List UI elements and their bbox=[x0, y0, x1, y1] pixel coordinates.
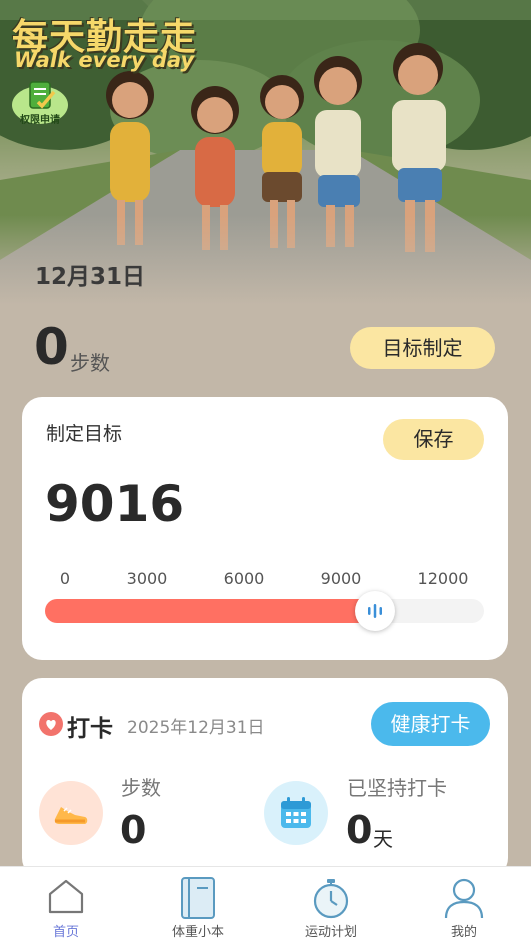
slider-tick-label: 6000 bbox=[223, 569, 265, 588]
goal-slider-track[interactable] bbox=[45, 591, 484, 631]
tab-profile-label: 我的 bbox=[450, 925, 477, 940]
goal-card-title: 制定目标 bbox=[46, 423, 123, 445]
home-icon bbox=[48, 879, 84, 914]
hero-date: 12月31日 bbox=[35, 264, 146, 290]
stopwatch-icon bbox=[313, 879, 349, 919]
user-icon bbox=[444, 878, 484, 919]
days-stat-unit: 天 bbox=[373, 827, 393, 851]
slider-tick-label: 12000 bbox=[417, 569, 469, 588]
tab-exercise-plan-label: 运动计划 bbox=[304, 925, 357, 940]
steps-stat-value: 0 bbox=[120, 808, 147, 852]
goal-slider-fill bbox=[45, 599, 375, 623]
tab-home[interactable]: 首页 bbox=[0, 867, 132, 948]
permission-badge-label: 权限申请 bbox=[20, 115, 60, 126]
bottom-tab-bar: 首页 体重小本 运动计划 我的 bbox=[0, 866, 531, 948]
goal-card: 制定目标 保存 9016 0 3000 6000 9000 12000 bbox=[22, 397, 508, 660]
days-stat-value: 0 bbox=[346, 808, 373, 852]
permission-request-badge[interactable]: 权限申请 bbox=[10, 80, 70, 130]
checklist-icon bbox=[29, 81, 56, 109]
notebook-icon bbox=[181, 877, 215, 919]
calendar-icon bbox=[281, 797, 311, 828]
slider-tick-label: 3000 bbox=[126, 569, 168, 588]
hero-subtitle: Walk every day bbox=[14, 48, 195, 72]
save-button[interactable]: 保存 bbox=[383, 419, 484, 460]
today-step-count: 0 bbox=[34, 318, 69, 376]
health-checkin-button[interactable]: 健康打卡 bbox=[371, 702, 490, 746]
tab-weight-notebook[interactable]: 体重小本 bbox=[132, 867, 264, 948]
hero-banner: 每天勤走走 Walk every day 权限申请 12月31日 bbox=[0, 0, 531, 305]
tab-exercise-plan[interactable]: 运动计划 bbox=[265, 867, 397, 948]
tab-weight-notebook-label: 体重小本 bbox=[171, 925, 224, 940]
goal-slider-thumb[interactable] bbox=[355, 591, 395, 631]
checkin-date: 2025年12月31日 bbox=[127, 718, 265, 738]
slider-tick-label: 0 bbox=[59, 569, 71, 588]
goal-value: 9016 bbox=[45, 475, 185, 533]
days-stat-circle bbox=[264, 781, 328, 845]
days-stat-label: 已坚持打卡 bbox=[347, 776, 447, 800]
slider-grip-icon bbox=[368, 604, 382, 618]
steps-stat-circle bbox=[39, 781, 103, 845]
slider-tick-label: 9000 bbox=[320, 569, 362, 588]
tab-profile[interactable]: 我的 bbox=[398, 867, 530, 948]
today-step-unit: 步数 bbox=[70, 351, 110, 375]
checkin-card: 打卡 2025年12月31日 健康打卡 步数 0 已坚持打卡 0 天 bbox=[22, 678, 508, 878]
checkin-title: 打卡 bbox=[67, 716, 113, 742]
set-goal-button[interactable]: 目标制定 bbox=[350, 327, 495, 369]
steps-stat-label: 步数 bbox=[121, 776, 161, 800]
shoe-icon bbox=[54, 807, 88, 824]
tab-home-label: 首页 bbox=[52, 925, 79, 940]
heart-icon bbox=[39, 712, 63, 736]
